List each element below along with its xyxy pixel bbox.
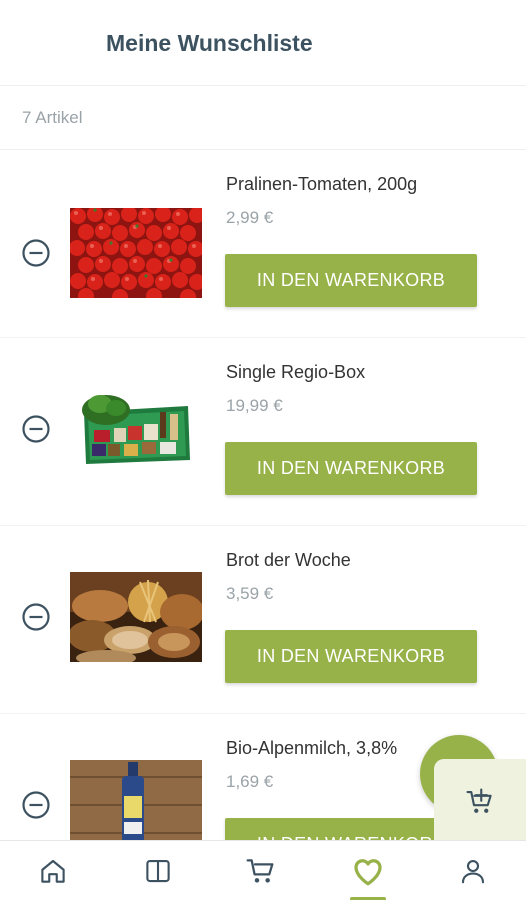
remove-icon[interactable] <box>21 790 51 820</box>
product-name[interactable]: Pralinen-Tomaten, 200g <box>226 174 417 195</box>
remove-icon[interactable] <box>21 238 51 268</box>
heart-icon <box>354 859 382 886</box>
product-name[interactable]: Single Regio-Box <box>226 362 365 383</box>
user-icon <box>461 859 485 884</box>
item-count: 7 Artikel <box>22 108 83 127</box>
product-name[interactable]: Bio-Alpenmilch, 3,8% <box>226 738 397 759</box>
list-summary: 7 Artikel <box>0 86 526 150</box>
product-image[interactable] <box>70 760 202 840</box>
list-item: Pralinen-Tomaten, 200g 2,99 € IN DEN WAR… <box>0 150 526 338</box>
remove-icon[interactable] <box>21 602 51 632</box>
product-price: 2,99 € <box>226 208 274 227</box>
nav-cart[interactable] <box>221 841 301 900</box>
nav-account[interactable] <box>433 841 513 900</box>
add-to-cart-button[interactable]: IN DEN WARENKORB <box>225 254 477 307</box>
bottom-nav <box>0 840 526 900</box>
nav-home[interactable] <box>13 841 93 900</box>
fab-panel[interactable] <box>434 759 526 845</box>
product-price: 1,69 € <box>226 772 274 791</box>
product-image[interactable] <box>70 572 202 662</box>
floating-cart[interactable] <box>420 735 526 845</box>
app-header: Meine Wunschliste <box>0 0 526 86</box>
remove-icon[interactable] <box>21 414 51 444</box>
add-to-cart-button[interactable]: IN DEN WARENKORB <box>225 442 477 495</box>
list-item: Brot der Woche 3,59 € IN DEN WARENKORB <box>0 526 526 714</box>
add-to-cart-button[interactable]: IN DEN WARENKORB <box>225 630 477 683</box>
list-item: Single Regio-Box 19,99 € IN DEN WARENKOR… <box>0 338 526 526</box>
product-name[interactable]: Brot der Woche <box>226 550 351 571</box>
product-price: 19,99 € <box>226 396 283 415</box>
cart-icon <box>246 859 274 883</box>
catalog-icon <box>146 859 170 883</box>
home-icon <box>41 859 65 883</box>
nav-catalog[interactable] <box>118 841 198 900</box>
page-title: Meine Wunschliste <box>106 30 313 56</box>
cart-plus-icon <box>466 788 492 813</box>
product-image[interactable] <box>70 208 202 298</box>
nav-wishlist[interactable] <box>328 841 408 900</box>
product-image[interactable] <box>70 384 202 474</box>
product-price: 3,59 € <box>226 584 274 603</box>
